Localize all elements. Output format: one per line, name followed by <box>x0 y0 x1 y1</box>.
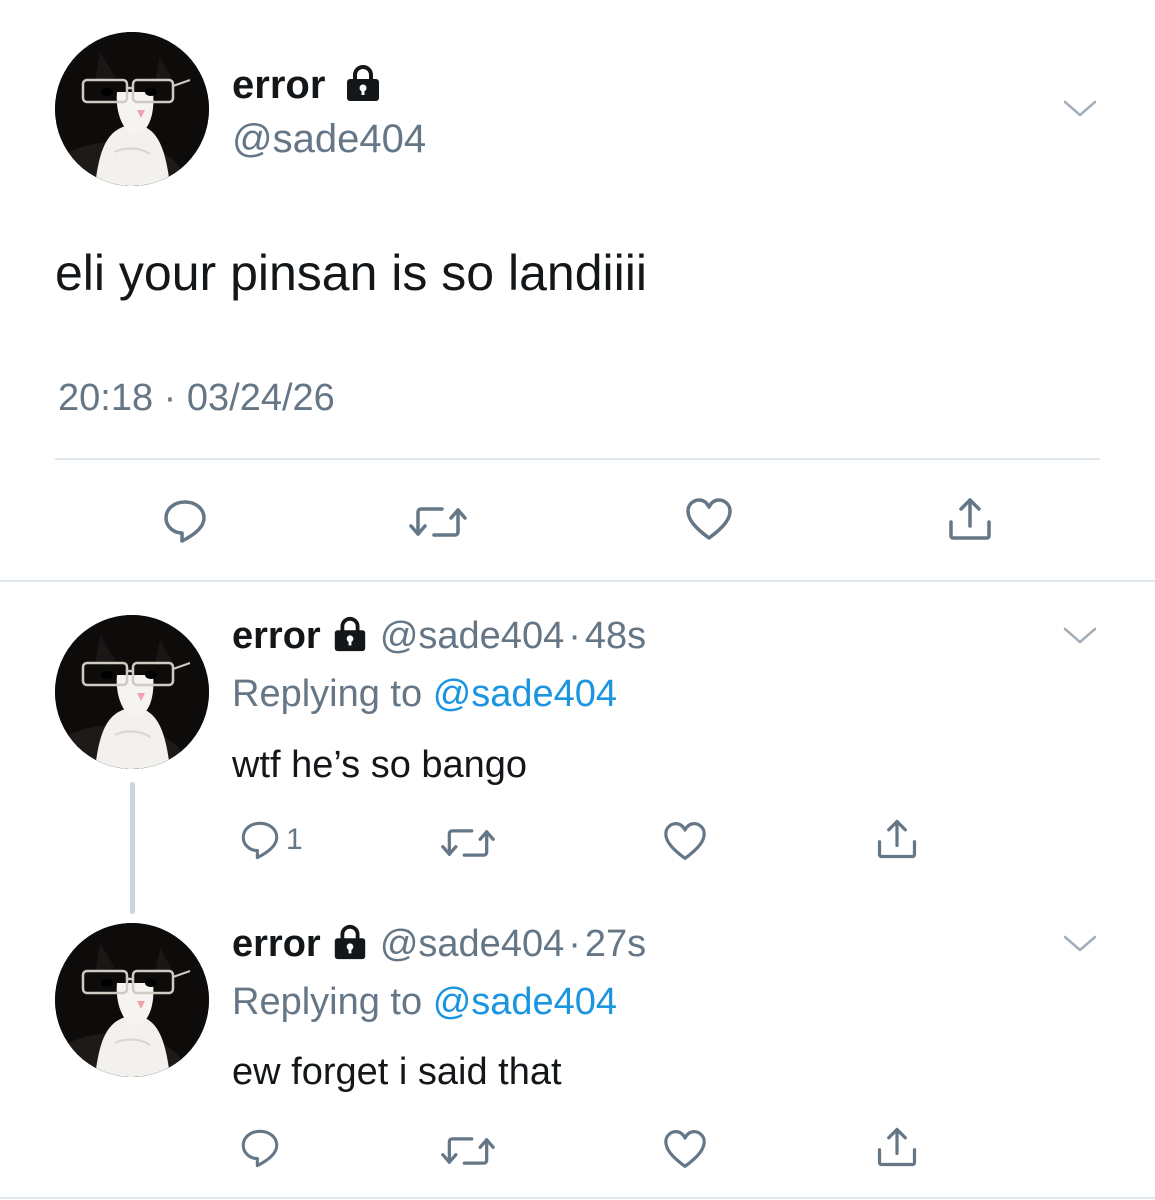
share-button[interactable] <box>945 494 995 544</box>
author-line: error <box>232 62 383 108</box>
divider <box>0 1197 1155 1199</box>
retweet-button[interactable] <box>440 1132 496 1170</box>
author-line: error @sade404 · 27s <box>232 922 646 966</box>
separator: · <box>568 615 581 657</box>
display-name[interactable]: error <box>232 63 325 107</box>
display-name[interactable]: error <box>232 615 321 657</box>
tweet-text: wtf he’s so bango <box>232 744 528 786</box>
display-name[interactable]: error <box>232 923 321 965</box>
share-icon <box>874 816 920 862</box>
tweet-time: 20:18 <box>58 377 154 419</box>
divider <box>55 458 1100 460</box>
reply-icon <box>160 496 210 546</box>
replying-to: Replying to @sade404 <box>232 672 617 716</box>
like-icon <box>662 820 708 862</box>
share-button[interactable] <box>874 816 920 862</box>
share-icon <box>945 494 995 544</box>
tweet-text: eli your pinsan is so landiiii <box>55 245 647 301</box>
author-line: error @sade404 · 48s <box>232 614 646 658</box>
lock-icon <box>331 923 369 961</box>
reply-button[interactable]: 1 <box>238 818 303 862</box>
separator: · <box>163 377 177 419</box>
chevron-down-icon[interactable] <box>1062 625 1098 647</box>
like-button[interactable] <box>684 496 734 542</box>
reply-button[interactable] <box>160 496 210 546</box>
handle[interactable]: @sade404 <box>380 923 564 965</box>
retweet-icon <box>440 1132 496 1170</box>
like-button[interactable] <box>662 820 708 862</box>
replying-to-handle[interactable]: @sade404 <box>433 673 617 715</box>
separator: · <box>568 923 581 965</box>
lock-icon <box>331 615 369 653</box>
tweet-date: 03/24/26 <box>186 377 335 419</box>
handle[interactable]: @sade404 <box>232 116 426 162</box>
share-icon <box>874 1124 920 1170</box>
avatar[interactable] <box>55 923 209 1077</box>
avatar[interactable] <box>55 615 209 769</box>
avatar[interactable] <box>55 32 209 186</box>
reply-count: 1 <box>286 823 303 856</box>
chevron-down-icon[interactable] <box>1062 933 1098 955</box>
like-button[interactable] <box>662 1128 708 1170</box>
thread-line <box>130 782 135 914</box>
like-icon <box>662 1128 708 1170</box>
replying-to-label: Replying to <box>232 981 423 1023</box>
replying-to: Replying to @sade404 <box>232 980 617 1024</box>
replying-to-handle[interactable]: @sade404 <box>433 981 617 1023</box>
retweet-icon <box>440 824 496 862</box>
replying-to-label: Replying to <box>232 673 423 715</box>
lock-icon <box>343 63 383 103</box>
retweet-button[interactable] <box>440 824 496 862</box>
tweet-timestamp[interactable]: 20:18 · 03/24/26 <box>58 376 335 420</box>
reply-button[interactable] <box>238 1126 282 1170</box>
tweet-age: 48s <box>584 615 647 657</box>
share-button[interactable] <box>874 1124 920 1170</box>
retweet-button[interactable] <box>408 502 468 542</box>
like-icon <box>684 496 734 542</box>
reply-icon <box>238 1126 282 1170</box>
tweet-age: 27s <box>584 923 647 965</box>
tweet-text: ew forget i said that <box>232 1051 562 1093</box>
chevron-down-icon[interactable] <box>1062 98 1098 120</box>
handle[interactable]: @sade404 <box>380 615 564 657</box>
reply-icon <box>238 818 282 862</box>
divider <box>0 580 1155 582</box>
retweet-icon <box>408 502 468 542</box>
